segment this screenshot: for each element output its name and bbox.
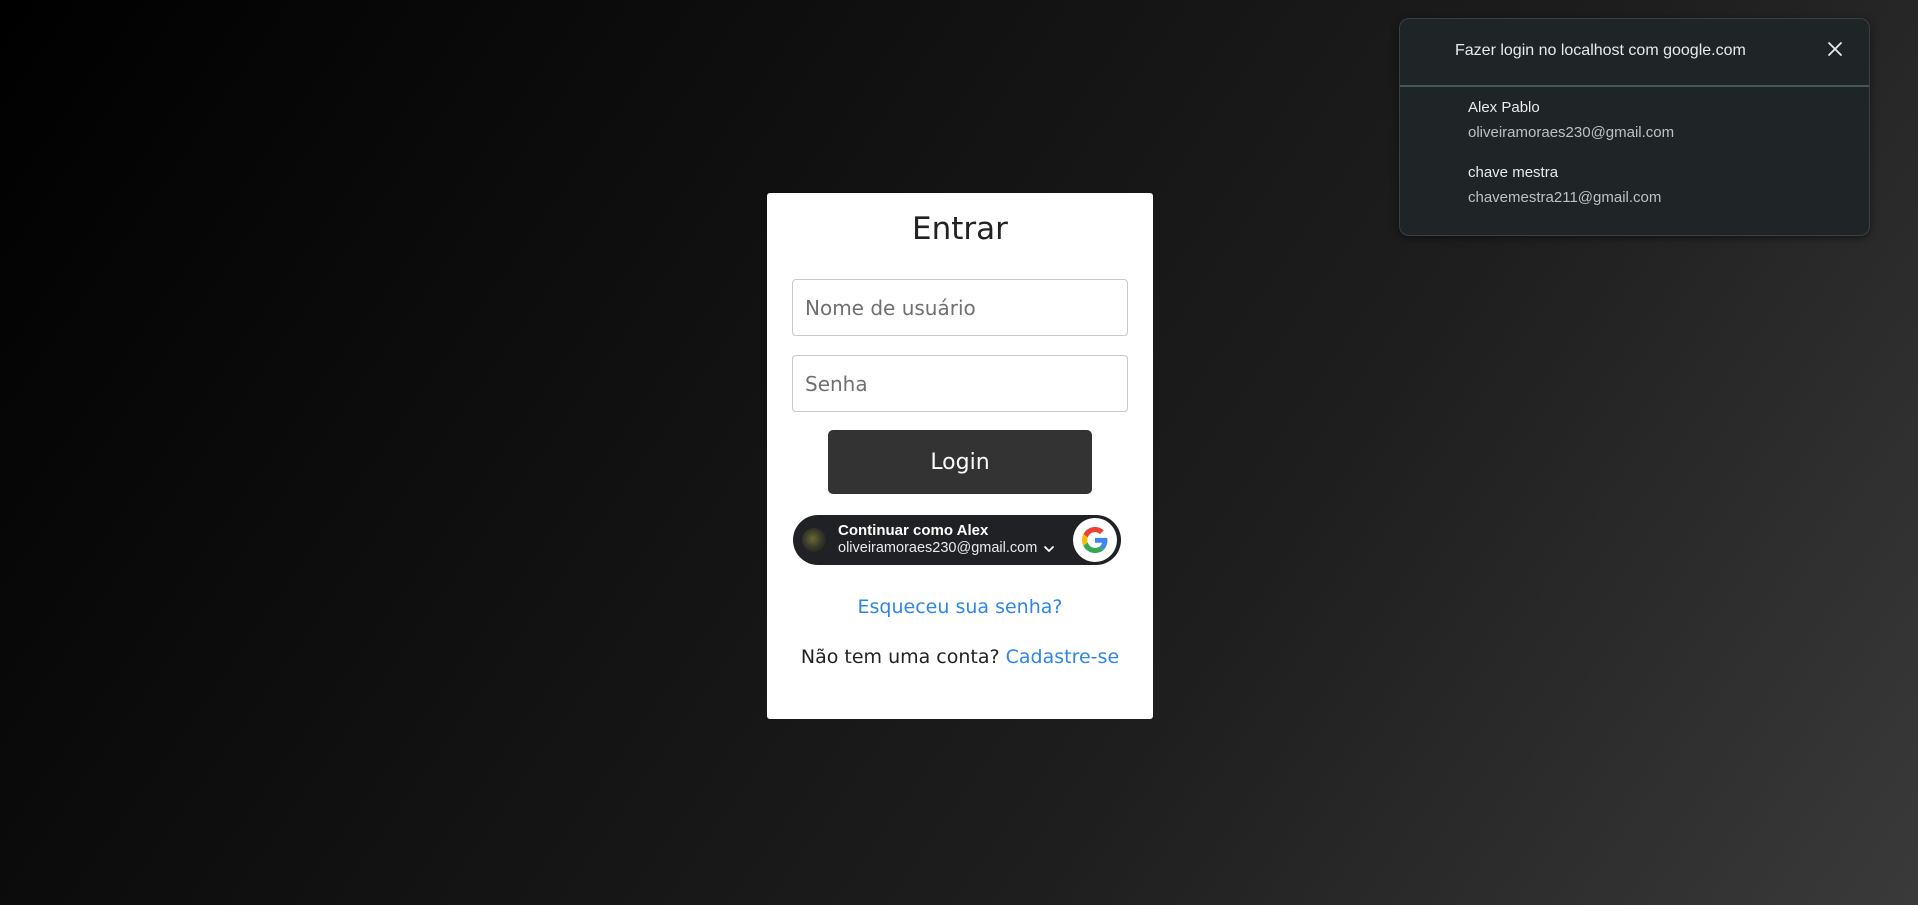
forgot-password-link[interactable]: Esqueceu sua senha?	[767, 596, 1153, 618]
password-input[interactable]	[792, 355, 1128, 412]
account-name: chave mestra	[1468, 164, 1559, 181]
username-input[interactable]	[792, 279, 1128, 336]
account-item-alex-pablo[interactable]: Alex Pablo oliveiramoraes230@gmail.com	[1400, 95, 1869, 155]
page-title: Entrar	[912, 211, 1008, 247]
signup-prompt: Não tem uma conta?	[800, 646, 1000, 668]
avatar	[802, 528, 826, 552]
popup-title: Fazer login no localhost com google.com	[1455, 42, 1746, 59]
account-email: oliveiramoraes230@gmail.com	[1468, 124, 1675, 141]
google-continue-name: Continuar como Alex	[838, 522, 989, 539]
login-card: Entrar Login Continuar como Alex oliveir…	[767, 193, 1153, 719]
google-continue-email: oliveiramoraes230@gmail.com	[838, 540, 1038, 556]
signup-link[interactable]: Cadastre-se	[1006, 646, 1120, 668]
signup-line: Não tem uma conta? Cadastre-se	[767, 646, 1153, 668]
login-button[interactable]: Login	[828, 430, 1092, 494]
account-item-chave-mestra[interactable]: chave mestra chavemestra211@gmail.com	[1400, 160, 1869, 220]
account-email: chavemestra211@gmail.com	[1468, 189, 1662, 206]
popup-header: Fazer login no localhost com google.com	[1400, 19, 1869, 87]
google-continue-button[interactable]: Continuar como Alex oliveiramoraes230@gm…	[793, 515, 1121, 565]
chevron-down-icon[interactable]	[1043, 543, 1055, 555]
google-account-popup: Fazer login no localhost com google.com …	[1399, 18, 1870, 236]
account-name: Alex Pablo	[1468, 99, 1540, 116]
google-logo-icon	[1073, 518, 1117, 562]
close-icon[interactable]	[1827, 41, 1843, 57]
